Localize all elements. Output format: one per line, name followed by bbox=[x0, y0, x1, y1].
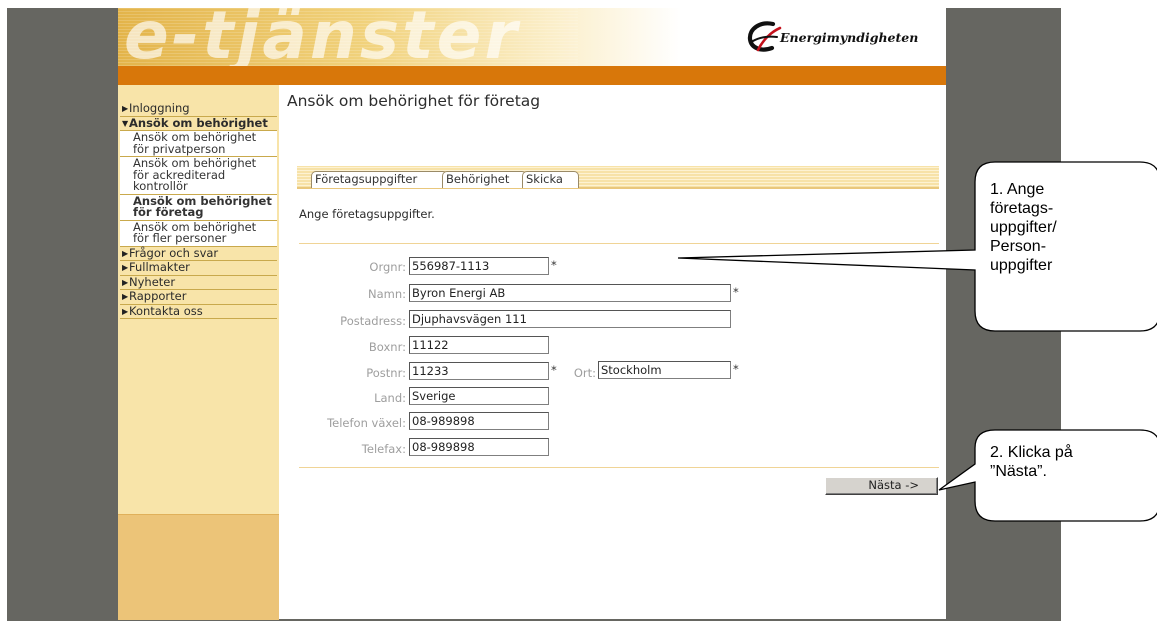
sidebar-item-label: Kontakta oss bbox=[129, 303, 203, 318]
submenu-item-fler-personer[interactable]: Ansök om behörighet för fler personer bbox=[120, 221, 277, 247]
sidebar-footer bbox=[118, 515, 279, 620]
callout-1-line: företags- bbox=[990, 200, 1054, 217]
arrow-right-icon: ▶ bbox=[122, 248, 129, 258]
left-margin bbox=[7, 8, 118, 620]
land-label: Land: bbox=[374, 391, 406, 405]
tab-behorighet[interactable]: Behörighet bbox=[442, 171, 527, 188]
callout-1-line: 1. Ange bbox=[990, 181, 1045, 198]
sidebar-item-rapporter[interactable]: ▶Rapporter bbox=[120, 290, 277, 305]
sidebar-submenu: Ansök om behörighet för privatperson Ans… bbox=[120, 131, 277, 247]
sidebar-item-fullmakter[interactable]: ▶Fullmakter bbox=[120, 261, 277, 276]
telefax-field[interactable] bbox=[409, 438, 549, 456]
namn-label: Namn: bbox=[367, 287, 406, 301]
namn-field[interactable] bbox=[409, 284, 731, 302]
arrow-right-icon: ▶ bbox=[122, 306, 129, 316]
postnr-required-marker: * bbox=[551, 363, 557, 377]
sidebar-item-inloggning[interactable]: ▶Inloggning bbox=[120, 102, 277, 117]
sidebar-item-label: Rapporter bbox=[129, 289, 187, 303]
sidebar-item-label: Inloggning bbox=[129, 101, 190, 115]
boxnr-field[interactable] bbox=[409, 336, 549, 354]
arrow-right-icon: ▶ bbox=[122, 263, 129, 272]
sidebar-item-label: Ansök om behörighet bbox=[129, 115, 268, 130]
energimyndigheten-logo[interactable]: Energimyndigheten bbox=[746, 20, 918, 54]
arrow-right-icon: ▶ bbox=[122, 104, 129, 113]
arrow-right-icon: ▶ bbox=[122, 292, 129, 301]
callout-2-text: 2. Klicka på ”Nästa”. bbox=[990, 443, 1073, 481]
postnr-field[interactable] bbox=[409, 362, 549, 380]
arrow-right-icon: ▶ bbox=[122, 277, 129, 287]
sidebar-item-label: Fullmakter bbox=[129, 260, 190, 274]
telefon-vaxel-field[interactable] bbox=[409, 412, 549, 430]
brand-swoosh-icon bbox=[747, 21, 782, 52]
ort-label: Ort: bbox=[573, 366, 596, 380]
orgnr-required-marker: * bbox=[551, 258, 557, 272]
screenshot: { "header": { "logo_text": "e-tjänster",… bbox=[0, 0, 1157, 628]
callout-1-line: Person- bbox=[990, 238, 1047, 255]
callout-2-line: ”Nästa”. bbox=[990, 463, 1047, 480]
callout-1-text: 1. Ange företags- uppgifter/ Person- upp… bbox=[990, 180, 1057, 275]
next-button[interactable]: Nästa -> bbox=[825, 477, 938, 495]
orgnr-field[interactable] bbox=[409, 257, 549, 275]
submenu-item-foretag[interactable]: Ansök om behörighet för företag bbox=[120, 195, 277, 221]
callout-1-line: uppgifter/ bbox=[990, 219, 1057, 236]
arrow-down-icon: ▼ bbox=[122, 118, 129, 128]
land-field[interactable] bbox=[409, 387, 549, 405]
telefon-vaxel-label: Telefon växel: bbox=[327, 416, 406, 430]
form-divider-bottom bbox=[299, 467, 939, 468]
sidebar-item-kontakta-oss[interactable]: ▶Kontakta oss bbox=[120, 303, 277, 319]
postadress-label: Postadress: bbox=[340, 314, 406, 328]
tab-skicka[interactable]: Skicka bbox=[522, 171, 579, 188]
brand-name: Energimyndigheten bbox=[780, 29, 919, 45]
ort-required-marker: * bbox=[733, 362, 739, 376]
e-tjanster-logo: e-tjänster bbox=[124, 8, 520, 66]
site-header: e-tjänster Energimyndigheten bbox=[118, 8, 946, 66]
sidebar-item-ansok-om-behorighet[interactable]: ▼Ansök om behörighet bbox=[120, 115, 277, 131]
sidebar-item-nyheter[interactable]: ▶Nyheter bbox=[120, 274, 277, 290]
right-margin bbox=[946, 8, 1061, 620]
ort-field[interactable] bbox=[598, 361, 731, 379]
callout-2-line: 2. Klicka på bbox=[990, 444, 1073, 461]
sidebar-item-label: Frågor och svar bbox=[129, 245, 219, 260]
postadress-field[interactable] bbox=[409, 310, 731, 328]
page-title: Ansök om behörighet för företag bbox=[287, 92, 541, 110]
sidebar-item-fragor-och-svar[interactable]: ▶Frågor och svar bbox=[120, 245, 277, 261]
orange-nav-bar bbox=[118, 66, 946, 85]
orgnr-label: Orgnr: bbox=[369, 260, 406, 274]
callout-1-line: uppgifter bbox=[990, 257, 1053, 274]
tab-foretagsuppgifter[interactable]: Företagsuppgifter bbox=[311, 171, 448, 188]
telefax-label: Telefax: bbox=[361, 442, 406, 456]
form-divider-top bbox=[299, 243, 939, 244]
instruction-text: Ange företagsuppgifter. bbox=[299, 207, 435, 221]
namn-required-marker: * bbox=[733, 285, 739, 299]
sidebar-item-label: Nyheter bbox=[129, 274, 176, 289]
sidebar-menu: ▶Inloggning ▼Ansök om behörighet Ansök o… bbox=[120, 102, 277, 319]
submenu-item-privatperson[interactable]: Ansök om behörighet för privatperson bbox=[120, 131, 277, 157]
boxnr-label: Boxnr: bbox=[368, 340, 406, 354]
submenu-item-ackrediterad-kontrollor[interactable]: Ansök om behörighet för ackrediterad kon… bbox=[120, 157, 277, 195]
postnr-label: Postnr: bbox=[366, 366, 406, 380]
sidebar-divider bbox=[118, 514, 279, 515]
